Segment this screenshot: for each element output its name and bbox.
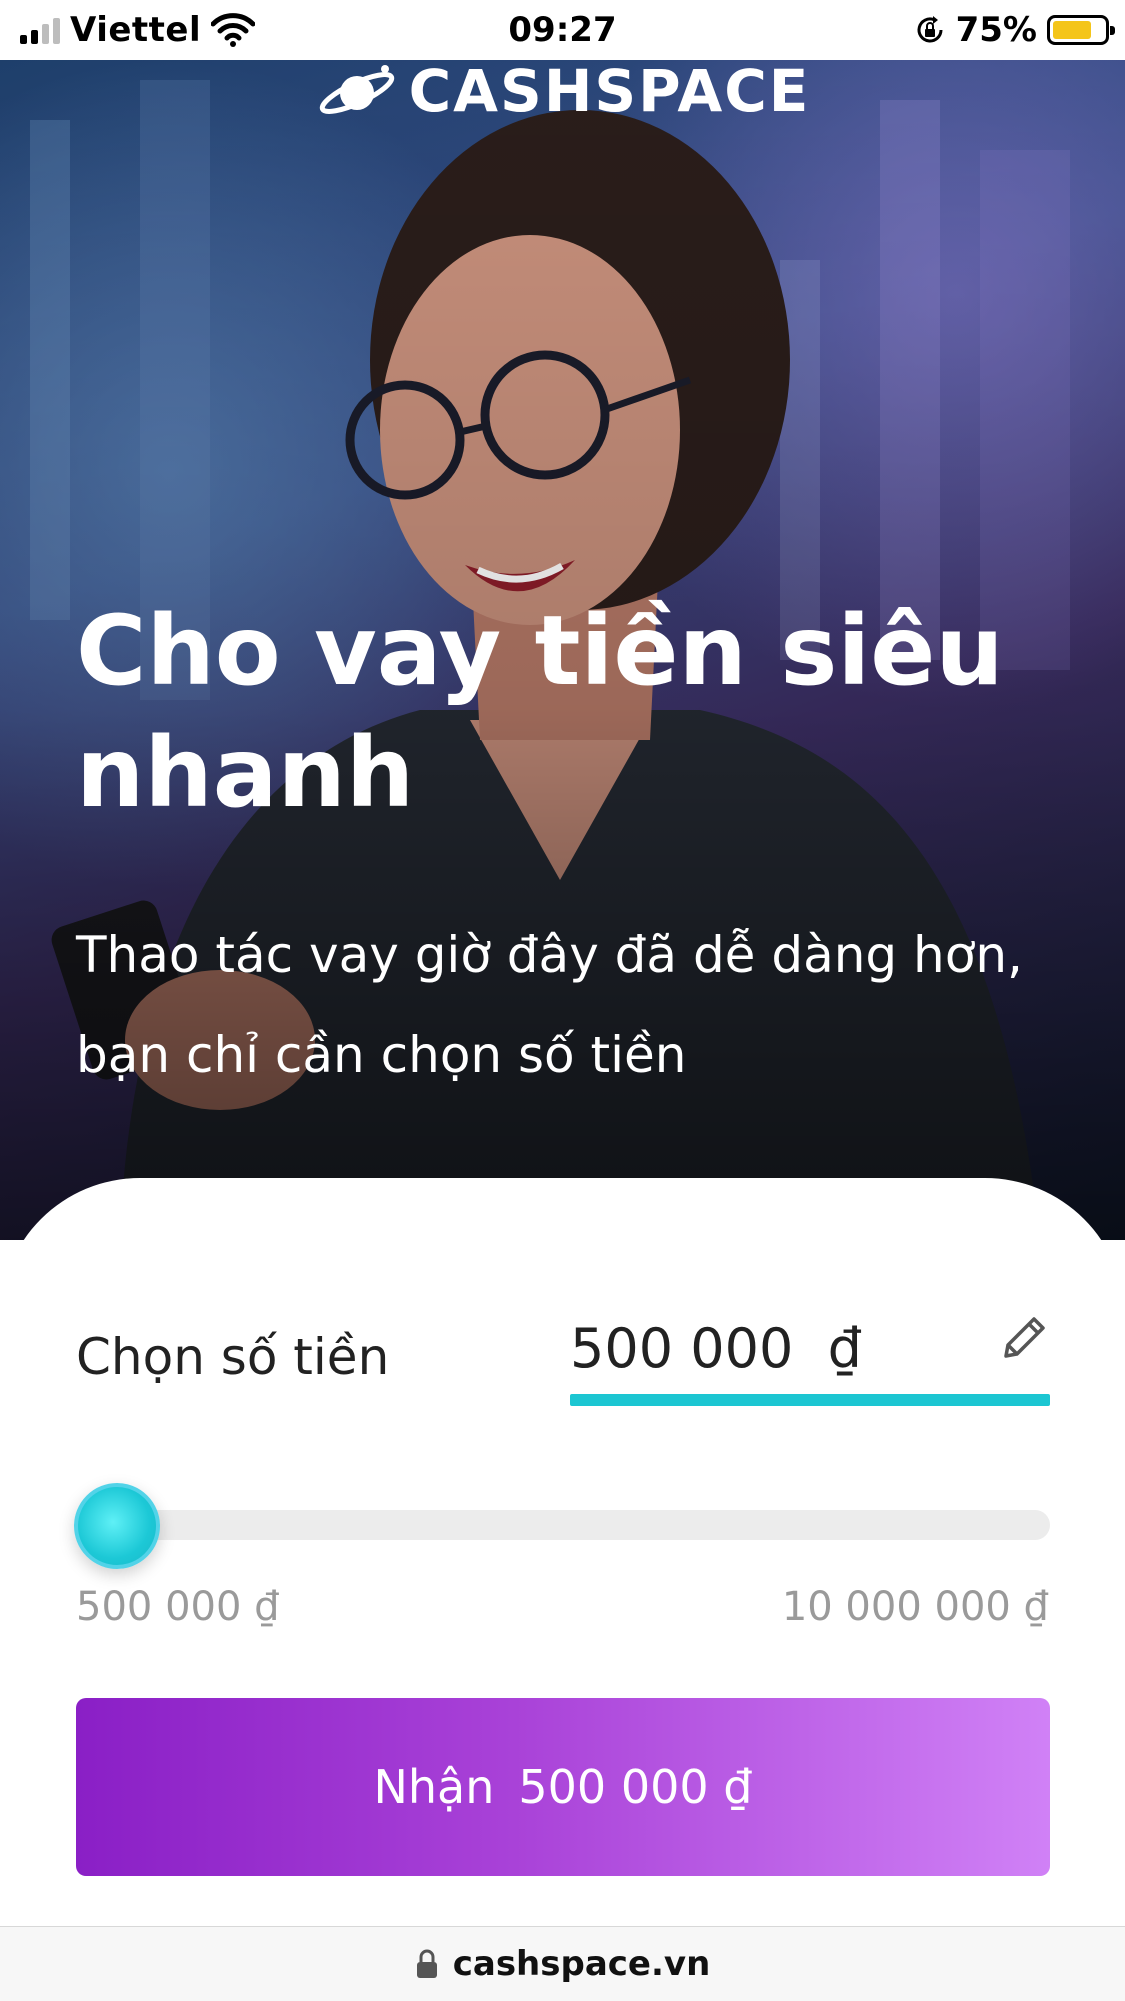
amount-input[interactable] xyxy=(570,1308,950,1388)
hero-subtitle: Thao tác vay giờ đây đã dễ dàng hơn, bạn… xyxy=(76,926,1023,1084)
amount-slider[interactable] xyxy=(74,1483,1050,1569)
cta-amount: 500 000 ₫ xyxy=(518,1760,753,1814)
amount-field[interactable] xyxy=(570,1308,1050,1406)
status-left: Viettel xyxy=(20,8,256,52)
cta-label: Nhận xyxy=(373,1760,495,1814)
loan-card: Chọn số tiền 500 000 ₫ 10 000 000 ₫ Nhận… xyxy=(0,1178,1125,1926)
carrier-name: Viettel xyxy=(70,10,202,50)
battery-percent: 75% xyxy=(955,10,1037,50)
hero-banner: CASHSPACE Cho vay tiền siêu nhanh Thao t… xyxy=(0,60,1125,1240)
status-bar: Viettel 09:27 75% xyxy=(0,0,1125,60)
battery-level xyxy=(1053,21,1091,39)
battery-icon xyxy=(1047,15,1115,45)
max-amount-label: 10 000 000 ₫ xyxy=(781,1584,1049,1630)
url-text: cashspace.vn xyxy=(452,1944,711,1984)
slider-thumb[interactable] xyxy=(74,1483,160,1569)
min-amount-label: 500 000 ₫ xyxy=(76,1584,280,1630)
brand-name: CASHSPACE xyxy=(408,60,811,125)
signal-icon xyxy=(20,16,60,44)
brand-logo[interactable]: CASHSPACE xyxy=(0,60,1125,125)
rotation-lock-icon xyxy=(917,16,943,43)
planet-logo-icon xyxy=(319,65,394,114)
lock-icon xyxy=(416,1949,437,1978)
amount-underline xyxy=(570,1394,1050,1406)
wifi-icon xyxy=(211,13,256,47)
choose-amount-label: Chọn số tiền xyxy=(76,1328,390,1386)
pencil-icon[interactable] xyxy=(998,1312,1050,1364)
hero-title: Cho vay tiền siêu nhanh xyxy=(76,595,1004,829)
status-right: 75% xyxy=(914,8,1115,52)
receive-money-button[interactable]: Nhận 500 000 ₫ xyxy=(76,1698,1050,1876)
slider-track[interactable] xyxy=(76,1510,1050,1540)
browser-url-bar[interactable]: cashspace.vn xyxy=(0,1926,1125,2001)
